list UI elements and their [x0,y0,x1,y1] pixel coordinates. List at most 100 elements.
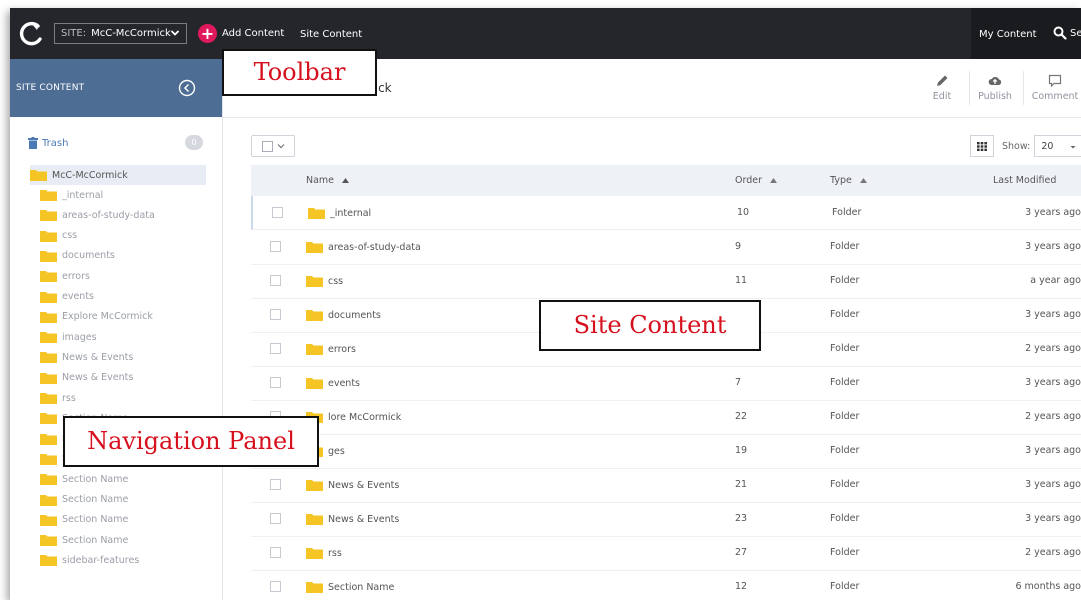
table-row[interactable]: News & Events 21 Folder 3 years ago [251,468,1081,503]
row-name-cell[interactable]: lore McCormick [306,411,401,423]
comment-button[interactable]: Comment [1032,59,1078,117]
sidebar-tree-item[interactable]: Section Name [40,469,128,489]
grid-view-button[interactable] [970,135,994,157]
add-content-button[interactable]: + Add Content [198,23,284,43]
sidebar-tree-item[interactable]: rss [40,388,76,408]
sidebar-tree-item[interactable]: sidebar-features [40,550,139,570]
toolbar-divider [969,71,970,105]
table-row[interactable]: _internal 10 Folder 3 years ago [251,196,1081,230]
row-name-cell[interactable]: rss [306,547,342,559]
row-name-cell[interactable]: documents [306,309,381,321]
sidebar-item-trash[interactable]: Trash [28,137,68,149]
collapse-sidebar-icon[interactable] [178,79,196,97]
edit-button[interactable]: Edit [928,59,956,117]
site-content-callout: Site Content [539,300,761,351]
chevron-down-icon [277,144,284,149]
table-row[interactable]: events 7 Folder 3 years ago [251,366,1081,401]
row-type-cell: Folder [830,479,860,490]
table-row[interactable]: css 11 Folder a year ago [251,264,1081,299]
sort-asc-icon [859,178,867,183]
sidebar-tree-item[interactable]: images [40,327,97,347]
site-selector[interactable]: SITE: McC-McCormick [54,23,187,44]
folder-icon [40,210,57,222]
tree-item-label: sidebar-features [62,554,140,566]
folder-icon [40,230,57,242]
column-header-order[interactable]: Order [735,175,777,186]
column-type-label: Type [830,175,852,186]
tree-root-site[interactable]: McC-McCormick [30,165,206,185]
table-row[interactable]: ges 19 Folder 3 years ago [251,434,1081,469]
row-name-cell[interactable]: areas-of-study-data [306,241,421,253]
sidebar-tree-item[interactable]: css [40,226,77,246]
row-name-cell[interactable]: errors [306,343,356,355]
row-name-cell[interactable]: News & Events [306,479,399,491]
sidebar-tree-item[interactable]: areas-of-study-data [40,205,155,225]
column-header-last-modified[interactable]: Last Modified [993,175,1056,186]
sidebar-tree-item[interactable]: News & Events [40,347,133,367]
row-order-cell: 10 [737,207,750,218]
tree-item-label: errors [62,270,90,282]
folder-icon [40,352,57,364]
select-all-checkbox[interactable] [261,140,273,152]
edit-label: Edit [932,91,952,102]
row-type-cell: Folder [830,411,860,422]
row-name-cell[interactable]: News & Events [306,513,399,525]
row-name-cell[interactable]: events [306,377,360,389]
sidebar-tree-item[interactable]: errors [40,266,90,286]
row-name-label: areas-of-study-data [328,241,421,253]
table-row[interactable]: lore McCormick 22 Folder 2 years ago [251,400,1081,435]
sidebar-tree-item[interactable]: _internal [40,185,103,205]
table-row[interactable]: News & Events 23 Folder 3 years ago [251,502,1081,537]
folder-icon [306,548,323,559]
search-icon[interactable] [1053,26,1067,40]
row-checkbox[interactable] [270,377,281,388]
folder-icon [40,190,57,201]
sidebar-tree-item[interactable]: Section Name [40,510,128,530]
sidebar-tree-item[interactable]: Section Name [40,490,128,510]
tree-item-label: rss [62,392,76,404]
row-name-cell[interactable]: Section Name [306,581,394,593]
row-modified-cell: 3 years ago [1025,241,1081,252]
sidebar-tree-item[interactable]: documents [40,246,115,266]
column-header-type[interactable]: Type [830,175,867,186]
table-row[interactable]: Section Name 12 Folder 6 months ago [251,570,1081,600]
row-order-cell: 12 [735,581,748,592]
folder-icon [306,310,323,321]
my-content-link[interactable]: My Content [979,29,1037,40]
row-name-label: _internal [330,207,372,219]
folder-icon [306,480,323,491]
tree-item-label: areas-of-study-data [62,209,155,221]
site-content-link[interactable]: Site Content [300,29,362,40]
row-checkbox[interactable] [270,275,281,286]
row-checkbox[interactable] [272,207,283,218]
toolbar-divider [1023,71,1024,105]
sidebar-tree-item[interactable]: Section Name [40,530,128,550]
sidebar-tree-item[interactable]: News & Events [40,368,133,388]
folder-icon [40,291,57,303]
search-label[interactable]: Se [1070,28,1081,39]
tree-item-label: Section Name [62,473,129,485]
row-checkbox[interactable] [270,479,281,490]
row-checkbox[interactable] [270,241,281,252]
sidebar-tree-item[interactable]: events [40,287,94,307]
row-checkbox[interactable] [270,343,281,354]
sidebar-tree-item[interactable]: Explore McCormick [40,307,153,327]
row-name-cell[interactable]: css [306,275,343,287]
row-name-label: lore McCormick [328,411,402,423]
folder-icon [306,378,323,389]
row-checkbox[interactable] [270,513,281,524]
cascade-logo-icon[interactable] [18,21,44,47]
bulk-select-dropdown[interactable] [251,135,295,157]
table-row[interactable]: areas-of-study-data 9 Folder 3 years ago [251,230,1081,265]
folder-icon [306,242,323,253]
row-checkbox[interactable] [270,581,281,592]
row-checkbox[interactable] [270,309,281,320]
publish-button[interactable]: Publish [977,59,1013,117]
row-checkbox[interactable] [270,547,281,558]
top-bar: SITE: McC-McCormick + Add Content Site C… [10,8,1081,59]
trash-icon [28,137,38,149]
row-name-cell[interactable]: _internal [308,207,371,219]
column-header-name[interactable]: Name [306,175,350,186]
table-row[interactable]: rss 27 Folder 2 years ago [251,536,1081,571]
page-size-select[interactable]: 20 [1034,135,1081,157]
